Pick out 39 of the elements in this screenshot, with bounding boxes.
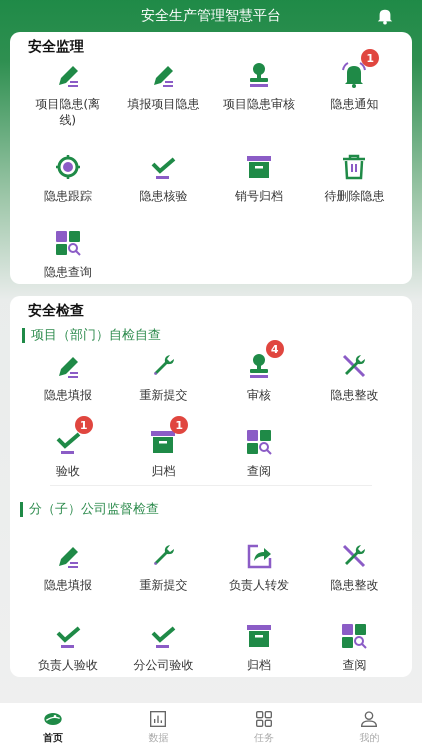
menu-item-label[interactable]: 隐患整改	[330, 577, 378, 593]
menu-item-label[interactable]: 填报项目隐患	[127, 96, 200, 112]
menu-item-label[interactable]: 隐患填报	[44, 577, 92, 593]
count-badge: 4	[266, 340, 284, 358]
menu-item-label[interactable]: 归档	[246, 657, 271, 673]
menu-item-label[interactable]: 重新提交	[139, 577, 188, 593]
menu-item-label[interactable]: 隐患查询	[44, 264, 92, 280]
menu-item-label[interactable]: 隐患填报	[44, 387, 92, 403]
menu-item-label[interactable]: 负责人验收	[38, 657, 98, 673]
menu-item-label[interactable]: 分公司验收	[133, 657, 194, 673]
menu-item-label[interactable]: 项目隐患审核	[222, 96, 295, 112]
count-badge: 1	[361, 49, 380, 67]
grid-search-icon[interactable]	[339, 621, 370, 651]
section-title: 安全监理	[27, 38, 84, 56]
nav-tab[interactable]: 首页	[0, 703, 106, 750]
app-title: 安全生产管理智慧平台	[141, 7, 281, 25]
menu-item-label[interactable]: 隐患核验	[139, 188, 188, 204]
menu-item-label[interactable]: 销号归档	[234, 188, 283, 204]
menu-item-label[interactable]: 审核	[246, 387, 271, 403]
group-title: 项目（部门）自检自查	[22, 328, 161, 343]
menu-item-label[interactable]: 隐患跟踪	[44, 188, 92, 204]
menu-item-label[interactable]: 重新提交	[139, 387, 188, 403]
bell-icon[interactable]	[376, 7, 394, 25]
menu-item-label[interactable]: 查阅	[342, 657, 366, 673]
menu-item-label[interactable]: 负责人转发	[228, 577, 289, 593]
section-title: 安全检查	[27, 302, 84, 320]
count-badge: 1	[170, 416, 188, 434]
chart-icon	[148, 708, 168, 728]
menu-item-label[interactable]: 归档	[151, 463, 176, 479]
menu-item-label[interactable]: 查阅	[246, 463, 271, 479]
menu-item-label[interactable]: 隐患通知	[330, 96, 378, 112]
menu-item-label[interactable]: 隐患整改	[330, 387, 378, 403]
count-badge: 1	[74, 416, 93, 434]
grid-icon	[254, 708, 274, 728]
user-icon	[359, 708, 380, 728]
menu-item-label[interactable]: 项目隐患(离线)	[30, 96, 105, 128]
menu-item-label[interactable]: 验收	[56, 463, 80, 479]
group-title: 分（子）公司监督检查	[20, 502, 159, 517]
menu-item-label[interactable]: 待删除隐患	[324, 188, 384, 204]
